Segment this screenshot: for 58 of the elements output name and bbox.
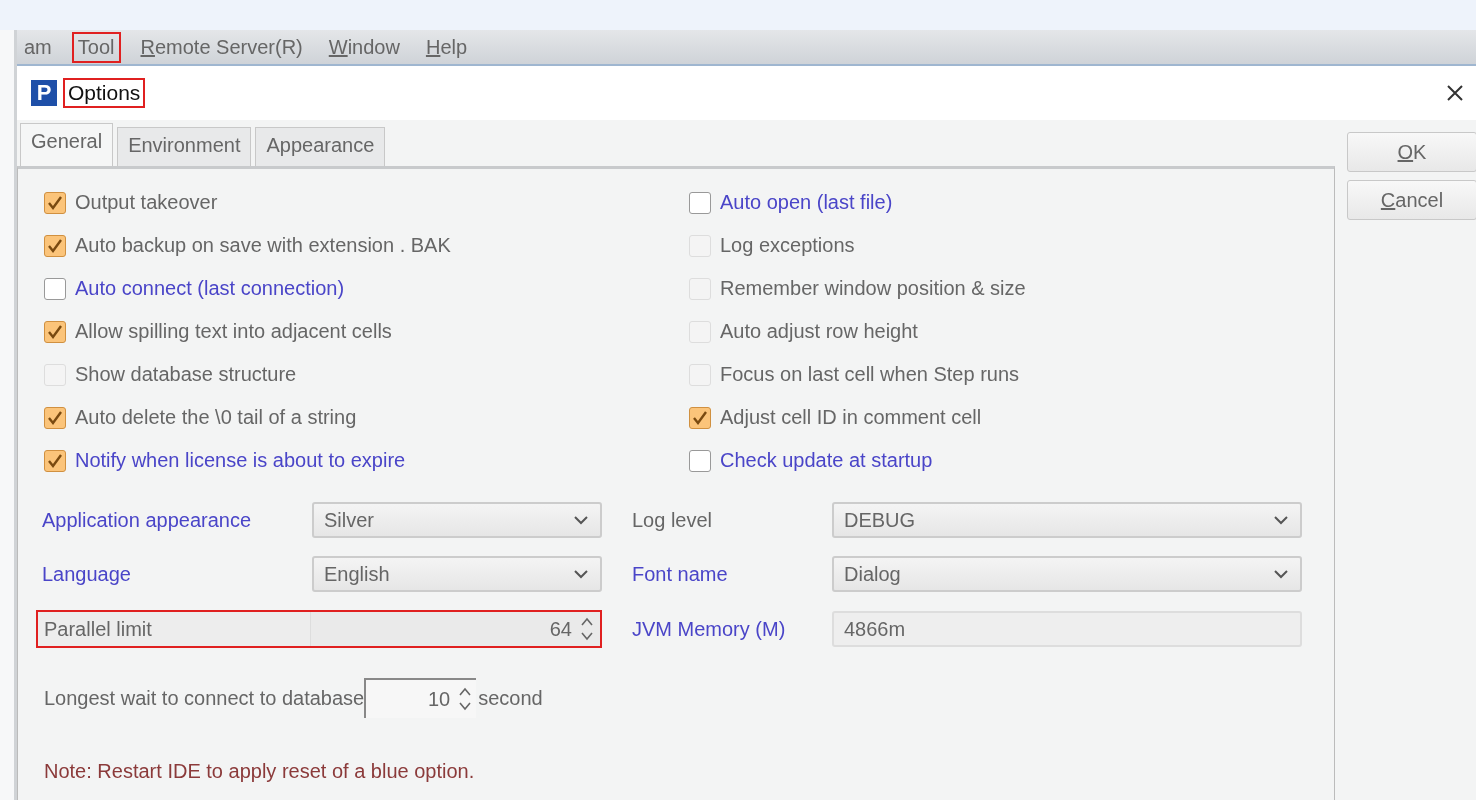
checkbox-label: Auto adjust row height — [720, 320, 918, 343]
menu-item[interactable]: Window — [322, 31, 406, 63]
dropdown[interactable]: Silver — [312, 502, 602, 538]
chevron-down-icon — [1274, 569, 1288, 579]
checkbox-label: Notify when license is about to expire — [75, 449, 406, 472]
checkbox[interactable] — [44, 449, 66, 472]
field-label: Parallel limit — [38, 612, 310, 646]
field-label: Log level — [632, 508, 714, 532]
checkbox[interactable] — [44, 406, 66, 429]
checkbox-label: Allow spilling text into adjacent cells — [75, 320, 392, 343]
dropdown[interactable]: Dialog — [832, 556, 1302, 592]
checkbox-label: Auto backup on save with extension . BAK — [75, 234, 451, 257]
field-label: Longest wait to connect to database — [44, 686, 365, 710]
checkbox-label: Log exceptions — [720, 234, 855, 257]
dialog-button[interactable]: OK — [1347, 132, 1476, 172]
checkbox-label: Auto connect (last connection) — [75, 277, 345, 300]
tab[interactable]: Environment — [117, 127, 252, 166]
field-label: Application appearance — [42, 508, 253, 532]
checkbox-label: Show database structure — [75, 363, 297, 386]
checkbox[interactable] — [44, 191, 66, 214]
dialog-title: Options — [63, 78, 146, 108]
dropdown[interactable]: English — [312, 556, 602, 592]
app-icon: P — [31, 80, 57, 106]
checkbox-label: Focus on last cell when Step runs — [720, 363, 1020, 386]
chevron-down-icon — [574, 569, 588, 579]
checkbox-label: Check update at startup — [720, 449, 933, 472]
checkbox-label: Remember window position & size — [720, 277, 1026, 300]
note-text: Note: Restart IDE to apply reset of a blue option. — [44, 760, 476, 783]
field-label: JVM Memory (M) — [632, 617, 787, 641]
field-label: Language — [42, 562, 132, 586]
dropdown[interactable]: DEBUG — [832, 502, 1302, 538]
text-field[interactable]: 4866m — [832, 611, 1302, 647]
chevron-down-icon — [1274, 515, 1288, 525]
field-label: Font name — [632, 562, 729, 586]
checkbox[interactable] — [689, 191, 711, 214]
spinner-arrows-icon[interactable] — [580, 616, 594, 642]
checkbox[interactable] — [689, 406, 711, 429]
unit-label: second — [478, 686, 543, 710]
checkbox[interactable] — [44, 320, 66, 343]
close-icon[interactable] — [1446, 84, 1464, 102]
spinner-arrows-icon[interactable] — [458, 686, 473, 712]
checkbox-label: Adjust cell ID in comment cell — [720, 406, 982, 429]
checkbox[interactable] — [689, 449, 711, 472]
menu-item[interactable]: am — [18, 31, 58, 63]
menu-item[interactable]: Tool — [71, 31, 121, 63]
checkbox[interactable] — [44, 277, 66, 300]
menu-item[interactable]: Help — [419, 31, 474, 63]
checkbox-label: Auto delete the \0 tail of a string — [75, 406, 357, 429]
checkbox-label: Output takeover — [75, 191, 218, 214]
menu-item[interactable]: Remote Server(R) — [134, 31, 309, 63]
checkbox[interactable] — [44, 234, 66, 257]
chevron-down-icon — [574, 515, 588, 525]
spinner-field[interactable]: 64 — [310, 612, 600, 646]
spinner-field[interactable]: 10 — [364, 678, 477, 718]
tab[interactable]: Appearance — [255, 127, 386, 166]
dialog-button[interactable]: Cancel — [1347, 180, 1476, 220]
checkbox-label: Auto open (last file) — [720, 191, 893, 214]
tab[interactable]: General — [20, 123, 114, 166]
